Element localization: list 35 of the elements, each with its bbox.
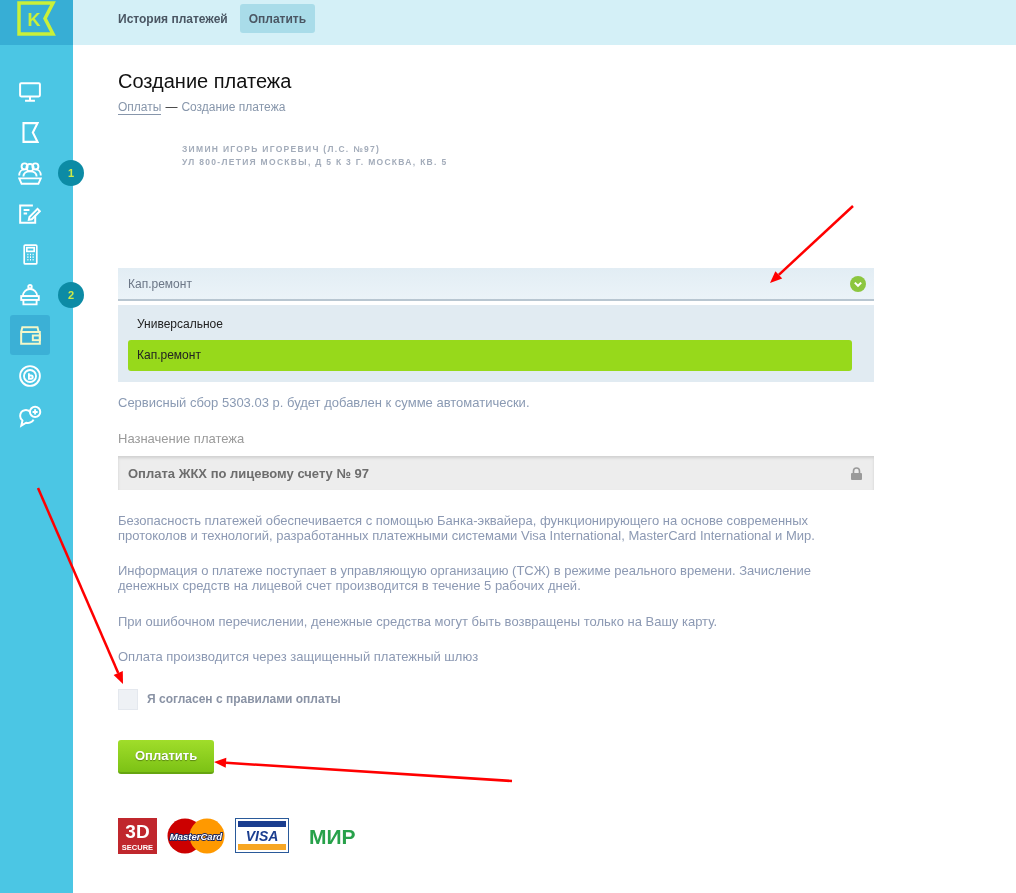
breadcrumb-separator: — — [165, 99, 178, 115]
field-label: Назначение платежа — [118, 430, 245, 448]
info-paragraph: Информация о платеже поступает в управляющую организацию (ТСЖ) в режиме реального времени. Зачисление денежных средств на лицевой счет производится в течение 5 рабочих дней. — [118, 563, 813, 593]
tab[interactable]: Оплатить — [239, 4, 316, 33]
dropdown-option[interactable]: Кап.ремонт — [128, 340, 852, 371]
info-paragraph: При ошибочном перечислении, денежные средства могут быть возвращены только на Вашу карту. — [118, 613, 718, 629]
notification-badge: 1 — [58, 160, 84, 186]
dropdown-option[interactable]: Универсальное — [128, 309, 852, 340]
sidebar-item[interactable] — [10, 315, 50, 355]
checkbox[interactable] — [118, 688, 138, 710]
info-paragraph: Оплата производится через защищенный платежный шлюз — [118, 649, 480, 664]
calculator-icon — [22, 243, 38, 265]
chat-plus-icon — [18, 404, 42, 428]
breadcrumb-current: Создание платежа — [181, 99, 286, 115]
mir-logo: МИР — [309, 824, 365, 847]
monitor-icon — [19, 82, 41, 102]
page-title: Создание платежа — [118, 69, 293, 93]
chevron-down-icon — [850, 275, 866, 292]
dropdown[interactable]: Кап.ремонт — [118, 268, 874, 301]
breadcrumb-link[interactable]: Оплаты — [118, 100, 162, 115]
coin-icon — [19, 364, 41, 387]
service-fee-note: Сервисный сбор 5303.03 р. будет добавлен к сумме автоматически. — [118, 394, 531, 412]
checkbox-label[interactable]: Я согласен с правилами оплаты — [147, 692, 341, 706]
info-paragraph: Безопасность платежей обеспечивается с помощью Банка-эквайера, функционирующего на основе современных протоколов и технологий, разработанных платежными системами Visa International, MasterCard International и Мир. — [118, 512, 816, 543]
note-pencil-icon — [19, 203, 41, 224]
wallet-icon — [19, 325, 41, 345]
readonly-field[interactable]: Оплата ЖКХ по лицевому счету № 97 — [118, 456, 874, 490]
people-icon — [18, 161, 42, 185]
tab[interactable]: История платежей — [109, 4, 237, 33]
flag-icon — [21, 122, 39, 143]
service-bell-icon — [20, 283, 40, 306]
account-info-line: ЗИМИН ИГОРЬ ИГОРЕВИЧ (Л.С. №97) — [182, 143, 381, 156]
notification-badge: 2 — [58, 281, 84, 308]
visa-logo: VISA — [235, 818, 289, 853]
account-info-line: УЛ 800-ЛЕТИЯ МОСКВЫ, Д 5 К 3 Г. МОСКВА, КВ. 5 — [182, 156, 448, 169]
